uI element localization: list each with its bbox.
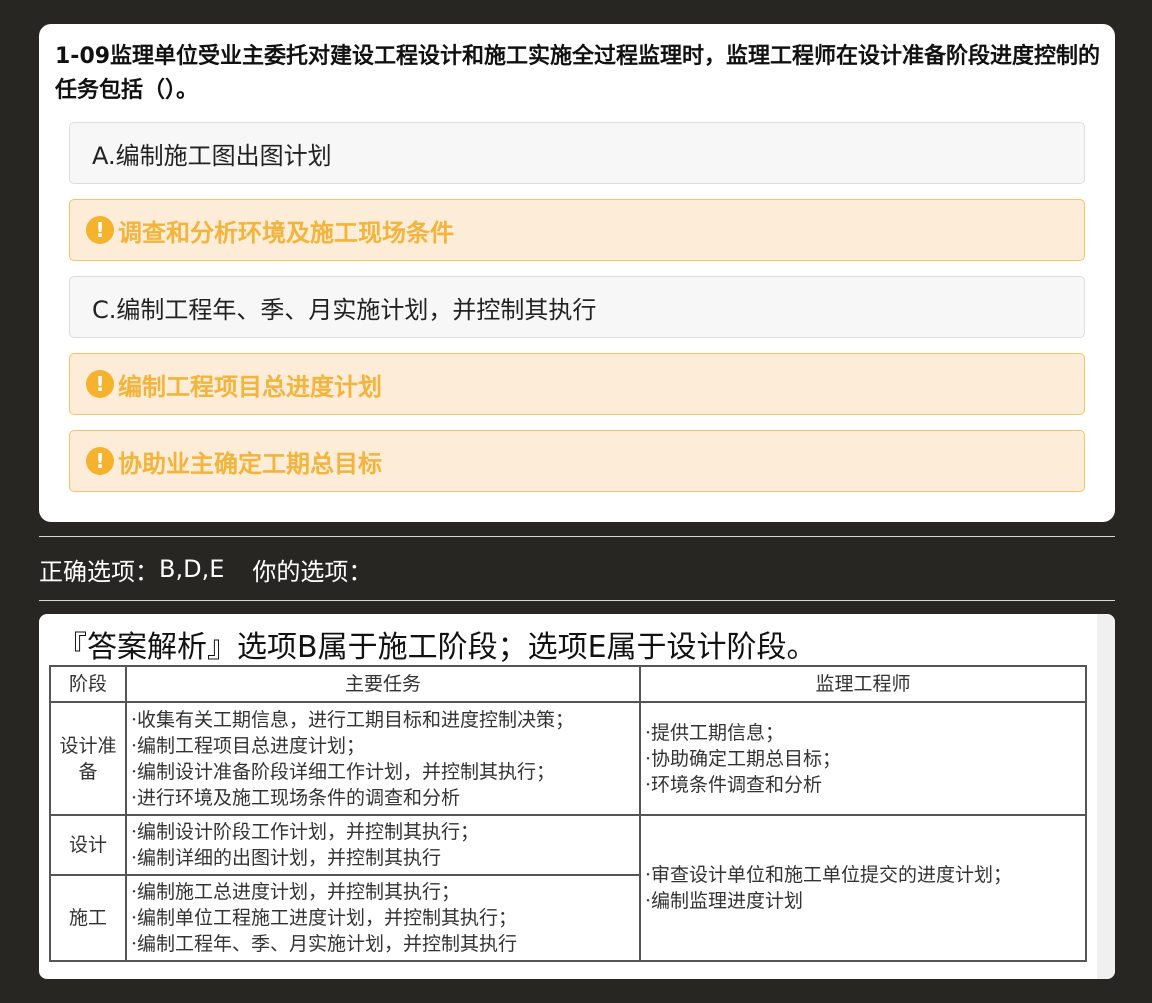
stage-cell: 设计 (49, 814, 127, 876)
option-label: 协助业主确定工期总目标 (118, 449, 382, 478)
answer-summary: 正确选项： B,D,E 你的选项： (39, 552, 372, 586)
engineer-item: ·协助确定工期总目标； (645, 747, 842, 770)
option-label: 编制工程项目总进度计划 (118, 372, 382, 401)
tasks-cell: ·编制设计阶段工作计划，并控制其执行； ·编制详细的出图计划，并控制其执行 (125, 814, 641, 876)
analysis-panel: 『答案解析』选项B属于施工阶段；选项E属于设计阶段。 阶段 主要任务 监理工程师… (39, 614, 1115, 979)
exclamation-icon: ! (86, 447, 114, 475)
option-d[interactable]: ! 编制工程项目总进度计划 (69, 353, 1085, 415)
engineer-cell: ·审查设计单位和施工单位提交的进度计划； ·编制监理进度计划 (639, 814, 1087, 962)
task-item: ·收集有关工期信息，进行工期目标和进度控制决策； (131, 708, 575, 731)
task-item: ·编制详细的出图计划，并控制其执行 (131, 847, 442, 869)
task-item: ·编制施工总进度计划，并控制其执行； (131, 881, 461, 903)
engineer-item: ·环境条件调查和分析 (645, 773, 823, 796)
table-row: 设计 ·编制设计阶段工作计划，并控制其执行； ·编制详细的出图计划，并控制其执行… (49, 814, 1087, 962)
header-engineer: 监理工程师 (639, 665, 1087, 703)
divider-top (39, 536, 1115, 537)
engineer-item: ·提供工期信息； (645, 721, 785, 744)
task-item: ·编制设计阶段工作计划，并控制其执行； (131, 821, 480, 843)
table-row: 设计准备 ·收集有关工期信息，进行工期目标和进度控制决策； ·编制工程项目总进度… (49, 701, 1087, 816)
task-item: ·编制工程年、季、月实施计划，并控制其执行 (131, 933, 518, 955)
engineer-cell: ·提供工期信息； ·协助确定工期总目标； ·环境条件调查和分析 (639, 701, 1087, 816)
correct-answer-value: B,D,E (159, 555, 225, 583)
task-item: ·编制工程项目总进度计划； (131, 734, 366, 757)
option-e[interactable]: ! 协助业主确定工期总目标 (69, 430, 1085, 492)
divider-bottom (39, 600, 1115, 601)
task-item: ·编制设计准备阶段详细工作计划，并控制其执行； (131, 760, 556, 783)
engineer-item: ·审查设计单位和施工单位提交的进度计划； (645, 864, 1013, 886)
exclamation-icon: ! (86, 370, 114, 398)
option-c[interactable]: C.编制工程年、季、月实施计划，并控制其执行 (69, 276, 1085, 338)
your-answer-label: 你的选项： (252, 557, 373, 586)
tasks-cell: ·编制施工总进度计划，并控制其执行； ·编制单位工程施工进度计划，并控制其执行；… (125, 874, 641, 962)
option-label: 调查和分析环境及施工现场条件 (118, 218, 454, 247)
analysis-title: 『答案解析』选项B属于施工阶段；选项E属于设计阶段。 (57, 630, 817, 665)
scrollbar-track[interactable] (1097, 614, 1115, 979)
correct-answer-label: 正确选项： (39, 557, 159, 586)
header-stage: 阶段 (49, 665, 127, 703)
task-item: ·进行环境及施工现场条件的调查和分析 (131, 786, 461, 809)
option-label: A.编制施工图出图计划 (92, 141, 332, 170)
tasks-cell: ·收集有关工期信息，进行工期目标和进度控制决策； ·编制工程项目总进度计划； ·… (125, 701, 641, 816)
table-header-row: 阶段 主要任务 监理工程师 (49, 665, 1087, 703)
engineer-item: ·编制监理进度计划 (645, 890, 804, 912)
option-b[interactable]: ! 调查和分析环境及施工现场条件 (69, 199, 1085, 261)
question-card: 1-09监理单位受业主委托对建设工程设计和施工实施全过程监理时，监理工程师在设计… (39, 24, 1115, 522)
option-label: C.编制工程年、季、月实施计划，并控制其执行 (92, 295, 597, 324)
task-item: ·编制单位工程施工进度计划，并控制其执行； (131, 907, 518, 929)
question-text: 1-09监理单位受业主委托对建设工程设计和施工实施全过程监理时，监理工程师在设计… (55, 44, 1101, 103)
stage-task-table: 阶段 主要任务 监理工程师 设计准备 ·收集有关工期信息，进行工期目标和进度控制… (49, 665, 1087, 962)
stage-cell: 设计准备 (49, 701, 127, 816)
option-a[interactable]: A.编制施工图出图计划 (69, 122, 1085, 184)
stage-cell: 施工 (49, 874, 127, 962)
header-main-tasks: 主要任务 (125, 665, 641, 703)
exclamation-icon: ! (86, 216, 114, 244)
